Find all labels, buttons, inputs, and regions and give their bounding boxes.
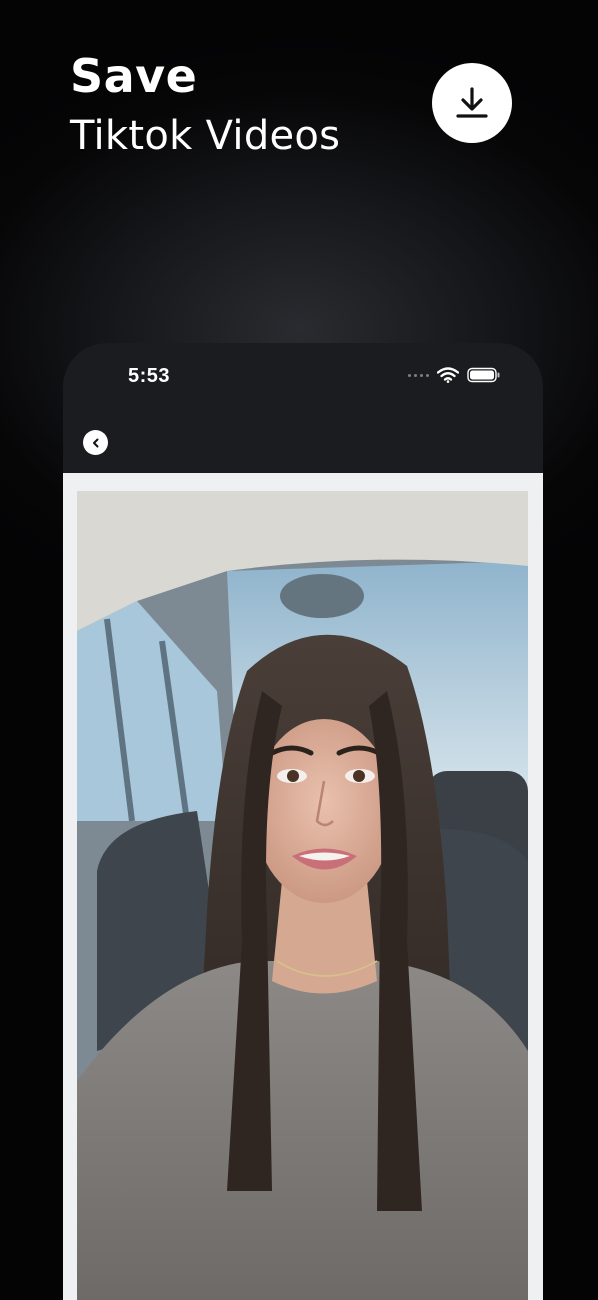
promo-screen: Save Tiktok Videos 5:53 [0,0,598,1300]
download-icon [456,87,488,118]
download-button[interactable] [432,63,512,143]
chevron-left-icon [92,438,98,447]
signal-dots-icon [408,373,429,377]
battery-icon [467,367,500,383]
back-button[interactable] [83,430,108,455]
status-time: 5:53 [128,365,171,387]
status-bar: 5:53 [63,343,543,409]
video-preview[interactable] [77,491,528,1300]
nav-bar [63,423,543,473]
video-frame [63,473,543,1300]
wifi-icon [437,367,459,383]
status-icons [408,365,501,385]
headline-subtitle: Tiktok Videos [70,113,341,159]
headline: Save Tiktok Videos [70,48,340,162]
phone-mockup: 5:53 [63,343,543,1300]
headline-title: Save [70,49,198,103]
video-thumbnail [77,491,528,1300]
